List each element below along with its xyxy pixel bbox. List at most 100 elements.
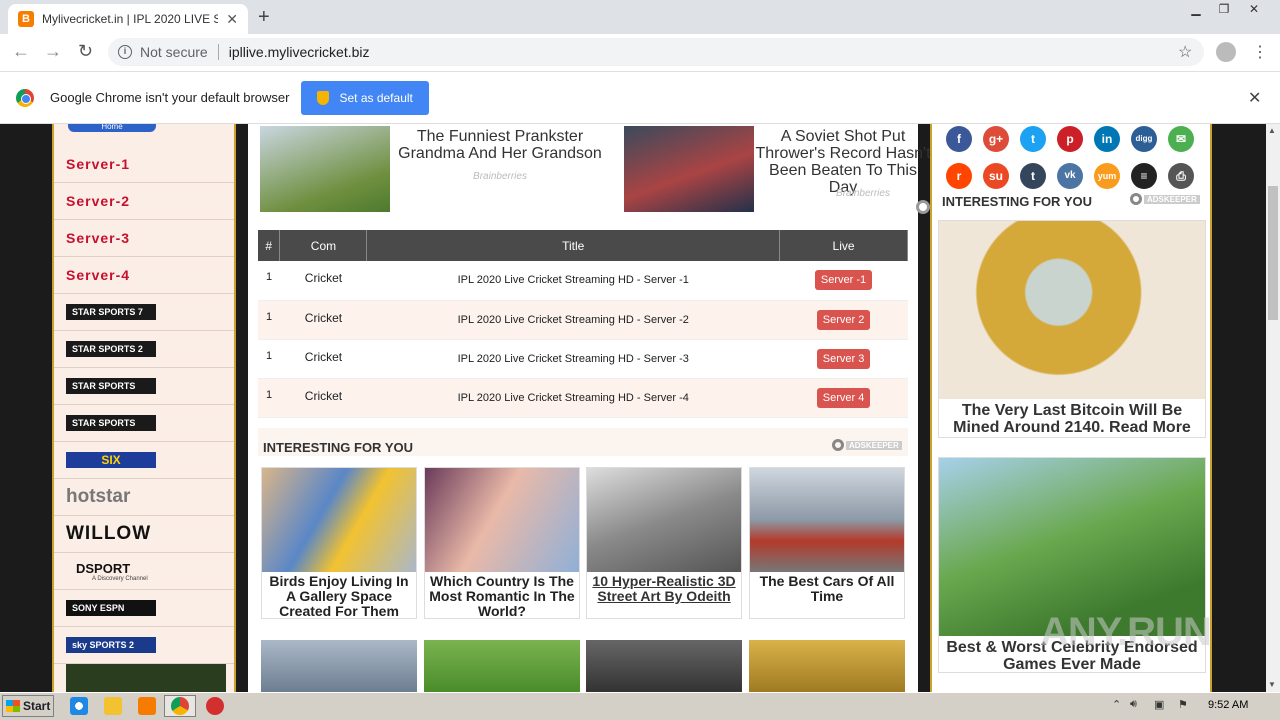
browser-tab[interactable]: B Mylivecricket.in | IPL 2020 LIVE Strea… xyxy=(8,4,248,34)
ad-image-grandma[interactable] xyxy=(260,126,390,212)
channel-hotstar[interactable]: hotstar xyxy=(54,479,234,516)
reddit-icon[interactable]: r xyxy=(946,163,972,189)
google-plus-icon[interactable]: g+ xyxy=(983,126,1009,152)
start-label: Start xyxy=(23,699,51,713)
promo-image xyxy=(587,468,741,572)
ie-icon[interactable] xyxy=(70,697,88,715)
digg-icon[interactable]: digg xyxy=(1131,126,1157,152)
restore-icon[interactable]: ❐ xyxy=(1210,0,1238,18)
tumblr-icon[interactable]: t xyxy=(1020,163,1046,189)
channel-sony-espn[interactable]: SONY ESPN xyxy=(54,590,234,627)
close-tab-icon[interactable]: ✕ xyxy=(226,11,238,28)
channel-star-sports-2[interactable]: STAR SPORTS 2 xyxy=(54,331,234,368)
promo-card[interactable]: Birds Enjoy Living In A Gallery Space Cr… xyxy=(261,467,417,619)
bookmark-star-icon[interactable]: ☆ xyxy=(1178,42,1192,62)
channel-star-sports-a[interactable]: STAR SPORTS xyxy=(54,368,234,405)
row-title: IPL 2020 Live Cricket Streaming HD - Ser… xyxy=(366,261,780,301)
pinterest-icon[interactable]: p xyxy=(1057,126,1083,152)
stumbleupon-icon[interactable]: su xyxy=(983,163,1009,189)
warning-app-icon[interactable] xyxy=(206,697,224,715)
channel-willow[interactable]: WILLOW xyxy=(54,516,234,553)
print-icon[interactable]: ⎙ xyxy=(1168,163,1194,189)
interesting-heading: INTERESTING FOR YOU xyxy=(263,440,413,455)
scroll-down-icon[interactable]: ▼ xyxy=(1268,680,1276,689)
right-sidebar: f g+ t p in digg ✉ r su t vk yum ≡ ⎙ INT… xyxy=(930,124,1212,692)
ad-title[interactable]: A Soviet Shot Put Thrower's Record Hasn'… xyxy=(754,128,932,196)
channel-thumbnail[interactable] xyxy=(66,664,226,692)
dsport-subtitle: A Discovery Channel xyxy=(92,575,148,582)
server-4-label: Server-4 xyxy=(66,267,131,283)
profile-avatar[interactable] xyxy=(1216,42,1236,62)
email-icon[interactable]: ✉ xyxy=(1168,126,1194,152)
linkedin-icon[interactable]: in xyxy=(1094,126,1120,152)
explorer-folder-icon[interactable] xyxy=(104,697,122,715)
table-row: 1 Cricket IPL 2020 Live Cricket Streamin… xyxy=(258,378,908,418)
promo-image[interactable] xyxy=(424,640,580,692)
channel-six[interactable]: SIX xyxy=(54,442,234,479)
promo-image[interactable] xyxy=(749,640,905,692)
buffer-icon[interactable]: ≡ xyxy=(1131,163,1157,189)
promo-card[interactable]: 10 Hyper-Realistic 3D Street Art By Odei… xyxy=(586,467,742,619)
promo-image xyxy=(262,468,416,572)
back-icon[interactable]: ← xyxy=(12,41,30,62)
right-ad-card[interactable]: The Very Last Bitcoin Will Be Mined Arou… xyxy=(938,220,1206,438)
server-button[interactable]: Server 4 xyxy=(816,387,871,408)
adskeeper-icon[interactable] xyxy=(916,200,930,214)
channel-sky-sports-2[interactable]: sky SPORTS 2 xyxy=(54,627,234,664)
yummly-icon[interactable]: yum xyxy=(1094,163,1120,189)
row-com: Cricket xyxy=(279,378,367,418)
info-icon[interactable]: i xyxy=(118,45,132,59)
channel-star-sports-7[interactable]: STAR SPORTS 7 xyxy=(54,294,234,331)
promo-caption: Birds Enjoy Living In A Gallery Space Cr… xyxy=(269,573,409,619)
adskeeper-badge[interactable]: ADSKEEPER xyxy=(1130,192,1204,206)
ad-title[interactable]: The Funniest Prankster Grandma And Her G… xyxy=(390,128,610,162)
server-1-link[interactable]: Server-1 xyxy=(54,146,234,183)
six-logo: SIX xyxy=(66,452,156,468)
start-button[interactable]: Start xyxy=(2,695,54,717)
adskeeper-badge[interactable]: ADSKEEPER xyxy=(832,438,904,452)
promo-image[interactable] xyxy=(261,640,417,692)
facebook-icon[interactable]: f xyxy=(946,126,972,152)
tray-up-icon[interactable]: ⌃ xyxy=(1112,698,1121,711)
chrome-menu-icon[interactable]: ⋮ xyxy=(1252,42,1268,62)
right-ad-image xyxy=(939,221,1205,399)
server-button[interactable]: Server 2 xyxy=(816,309,871,330)
scroll-up-icon[interactable]: ▲ xyxy=(1268,126,1276,135)
server-3-link[interactable]: Server-3 xyxy=(54,220,234,257)
reload-icon[interactable]: ↻ xyxy=(78,41,93,62)
minimize-icon[interactable]: ▁ xyxy=(1182,0,1210,18)
infobar-close-icon[interactable]: ✕ xyxy=(1248,88,1261,108)
volume-icon[interactable]: 🔊︎ xyxy=(1130,698,1137,711)
forward-icon[interactable]: → xyxy=(44,41,62,62)
promo-caption: Which Country Is The Most Romantic In Th… xyxy=(429,573,575,619)
row-com: Cricket xyxy=(279,300,367,340)
address-bar[interactable]: i Not secure ipllive.mylivecricket.biz xyxy=(108,38,1204,66)
promo-card[interactable]: The Best Cars Of All Time xyxy=(749,467,905,619)
social-share-bar: f g+ t p in digg ✉ r su t vk yum ≡ ⎙ xyxy=(946,126,1202,189)
server-button[interactable]: Server 3 xyxy=(816,348,871,369)
new-tab-button[interactable]: + xyxy=(258,6,270,29)
divider xyxy=(217,44,219,60)
twitter-icon[interactable]: t xyxy=(1020,126,1046,152)
sony-espn-logo: SONY ESPN xyxy=(66,600,156,616)
url-text[interactable]: ipllive.mylivecricket.biz xyxy=(229,44,370,60)
server-2-link[interactable]: Server-2 xyxy=(54,183,234,220)
promo-image[interactable] xyxy=(586,640,742,692)
home-button[interactable]: Home xyxy=(68,124,156,132)
server-button[interactable]: Server -1 xyxy=(814,270,873,291)
channel-dsport[interactable]: DSPORT A Discovery Channel xyxy=(54,553,234,590)
promo-caption: 10 Hyper-Realistic 3D Street Art By Odei… xyxy=(592,573,736,604)
promo-card[interactable]: Which Country Is The Most Romantic In Th… xyxy=(424,467,580,619)
vk-icon[interactable]: vk xyxy=(1057,163,1083,189)
set-as-default-label: Set as default xyxy=(339,90,413,105)
close-window-icon[interactable]: ✕ xyxy=(1240,0,1268,18)
set-as-default-button[interactable]: Set as default xyxy=(301,80,429,115)
ad-image-shotput[interactable] xyxy=(624,126,754,212)
col-header: Com xyxy=(279,230,368,261)
flag-icon[interactable]: ⚑ xyxy=(1178,698,1188,711)
scrollbar-thumb[interactable] xyxy=(1268,186,1278,320)
server-4-link[interactable]: Server-4 xyxy=(54,257,234,294)
channel-star-sports-b[interactable]: STAR SPORTS xyxy=(54,405,234,442)
media-player-icon[interactable] xyxy=(138,697,156,715)
network-icon[interactable]: ▣ xyxy=(1154,698,1164,711)
